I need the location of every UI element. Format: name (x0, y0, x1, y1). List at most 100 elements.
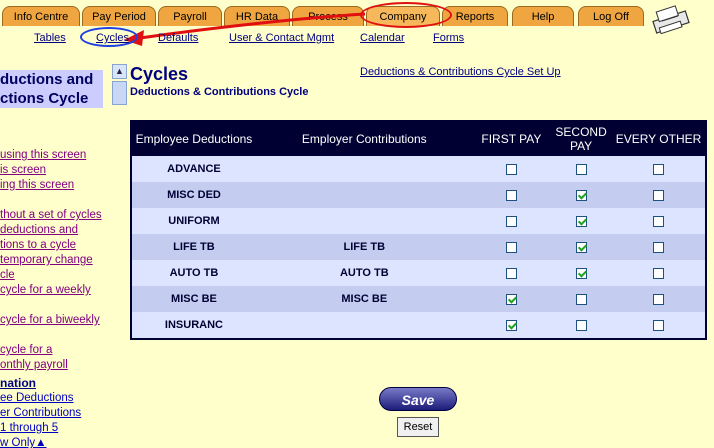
checkbox-cell (472, 156, 551, 182)
help-link[interactable]: 1 through 5 (0, 422, 58, 434)
checkbox-cell (550, 156, 613, 182)
col-header-first-pay: FIRST PAY (472, 121, 551, 156)
scroll-up-icon[interactable]: ▲ (112, 64, 127, 79)
checkbox-cell (472, 312, 551, 339)
checkbox-cell (550, 260, 613, 286)
help-link[interactable]: cycle for a biweekly (0, 314, 100, 326)
checkbox-cell (550, 182, 613, 208)
help-link[interactable]: onthly payroll (0, 359, 68, 371)
subnav-cycles[interactable]: Cycles (96, 32, 129, 44)
checkbox-cell (550, 208, 613, 234)
first-pay-checkbox[interactable] (505, 293, 517, 305)
table-row: INSURANC (131, 312, 706, 339)
tab-help[interactable]: Help (512, 6, 574, 26)
checkbox-cell (612, 182, 706, 208)
help-link[interactable]: thout a set of cycles (0, 209, 102, 221)
help-link[interactable]: ing this screen (0, 179, 74, 191)
first-pay-checkbox[interactable] (505, 189, 517, 201)
help-link[interactable]: cycle for a (0, 344, 52, 356)
every-other-checkbox[interactable] (653, 267, 665, 279)
help-link[interactable]: is screen (0, 164, 46, 176)
help-link[interactable]: er Contributions (0, 407, 81, 419)
every-other-checkbox[interactable] (653, 293, 665, 305)
first-pay-checkbox[interactable] (505, 163, 517, 175)
first-pay-checkbox[interactable] (505, 241, 517, 253)
second-pay-checkbox[interactable] (575, 163, 587, 175)
checkbox-cell (550, 234, 613, 260)
main-content: Cycles Deductions & Contributions Cycle … (130, 62, 714, 448)
every-other-checkbox[interactable] (653, 189, 665, 201)
employer-contribution-cell (255, 208, 473, 234)
table-row: ADVANCE (131, 156, 706, 182)
second-pay-checkbox[interactable] (575, 267, 587, 279)
help-link[interactable]: cycle for a weekly (0, 284, 91, 296)
second-pay-checkbox[interactable] (575, 189, 587, 201)
table-row: MISC BE MISC BE (131, 286, 706, 312)
employee-deduction-cell: MISC DED (131, 182, 256, 208)
help-link[interactable]: tions to a cycle (0, 239, 76, 251)
cycles-table: Employee Deductions Employer Contributio… (130, 120, 707, 340)
subnav-tables[interactable]: Tables (34, 32, 66, 44)
help-link[interactable]: cle (0, 269, 15, 281)
checkbox-cell (472, 208, 551, 234)
first-pay-checkbox[interactable] (505, 267, 517, 279)
first-pay-checkbox[interactable] (505, 319, 517, 331)
employee-deduction-cell: INSURANC (131, 312, 256, 339)
checkbox-cell (550, 312, 613, 339)
tab-reports[interactable]: Reports (442, 6, 508, 26)
sub-navigation: Tables Cycles Defaults User & Contact Mg… (0, 28, 714, 50)
help-link[interactable]: ee Deductions (0, 392, 74, 404)
employee-deduction-cell: LIFE TB (131, 234, 256, 260)
employee-deduction-cell: UNIFORM (131, 208, 256, 234)
checkbox-cell (612, 286, 706, 312)
second-pay-checkbox[interactable] (575, 319, 587, 331)
subnav-user-contact-mgmt[interactable]: User & Contact Mgmt (229, 32, 334, 44)
col-header-employee-deductions: Employee Deductions (131, 121, 256, 156)
second-pay-checkbox[interactable] (575, 241, 587, 253)
cycle-setup-link[interactable]: Deductions & Contributions Cycle Set Up (360, 66, 561, 78)
second-pay-checkbox[interactable] (575, 215, 587, 227)
help-panel: ductions and ctions Cycle using this scr… (0, 62, 110, 448)
checkbox-cell (472, 260, 551, 286)
subnav-forms[interactable]: Forms (433, 32, 464, 44)
checkbox-cell (472, 182, 551, 208)
col-header-employer-contributions: Employer Contributions (255, 121, 473, 156)
help-link[interactable]: using this screen (0, 149, 86, 161)
col-header-second-pay: SECOND PAY (550, 121, 613, 156)
checkbox-cell (612, 156, 706, 182)
checkbox-cell (472, 234, 551, 260)
page-subtitle: Deductions & Contributions Cycle (130, 86, 309, 98)
checkbox-cell (472, 286, 551, 312)
every-other-checkbox[interactable] (653, 163, 665, 175)
checkbox-cell (612, 260, 706, 286)
save-button[interactable]: Save (379, 387, 457, 411)
employer-contribution-cell: AUTO TB (255, 260, 473, 286)
employer-contribution-cell: LIFE TB (255, 234, 473, 260)
employer-contribution-cell (255, 312, 473, 339)
help-link[interactable]: temporary change (0, 254, 93, 266)
table-row: LIFE TB LIFE TB (131, 234, 706, 260)
reset-button[interactable]: Reset (397, 417, 439, 437)
tab-info-centre[interactable]: Info Centre (2, 6, 80, 26)
subnav-defaults[interactable]: Defaults (158, 32, 198, 44)
annotation-highlight-company (360, 2, 452, 28)
checkbox-cell (550, 286, 613, 312)
every-other-checkbox[interactable] (653, 241, 665, 253)
help-link[interactable]: deductions and (0, 224, 78, 236)
page-title: Cycles (130, 64, 189, 84)
table-row: MISC DED (131, 182, 706, 208)
help-section-heading[interactable]: nation (0, 376, 36, 390)
help-link[interactable]: w Only▲ (0, 437, 47, 448)
every-other-checkbox[interactable] (653, 319, 665, 331)
second-pay-checkbox[interactable] (575, 293, 587, 305)
col-header-every-other: EVERY OTHER (612, 121, 706, 156)
subnav-calendar[interactable]: Calendar (360, 32, 405, 44)
tab-log-off[interactable]: Log Off (578, 6, 644, 26)
checkbox-cell (612, 208, 706, 234)
scroll-thumb[interactable] (112, 81, 127, 105)
table-row: UNIFORM (131, 208, 706, 234)
first-pay-checkbox[interactable] (505, 215, 517, 227)
every-other-checkbox[interactable] (653, 215, 665, 227)
employee-deduction-cell: AUTO TB (131, 260, 256, 286)
help-panel-scrollbar[interactable]: ▲ (112, 62, 128, 448)
